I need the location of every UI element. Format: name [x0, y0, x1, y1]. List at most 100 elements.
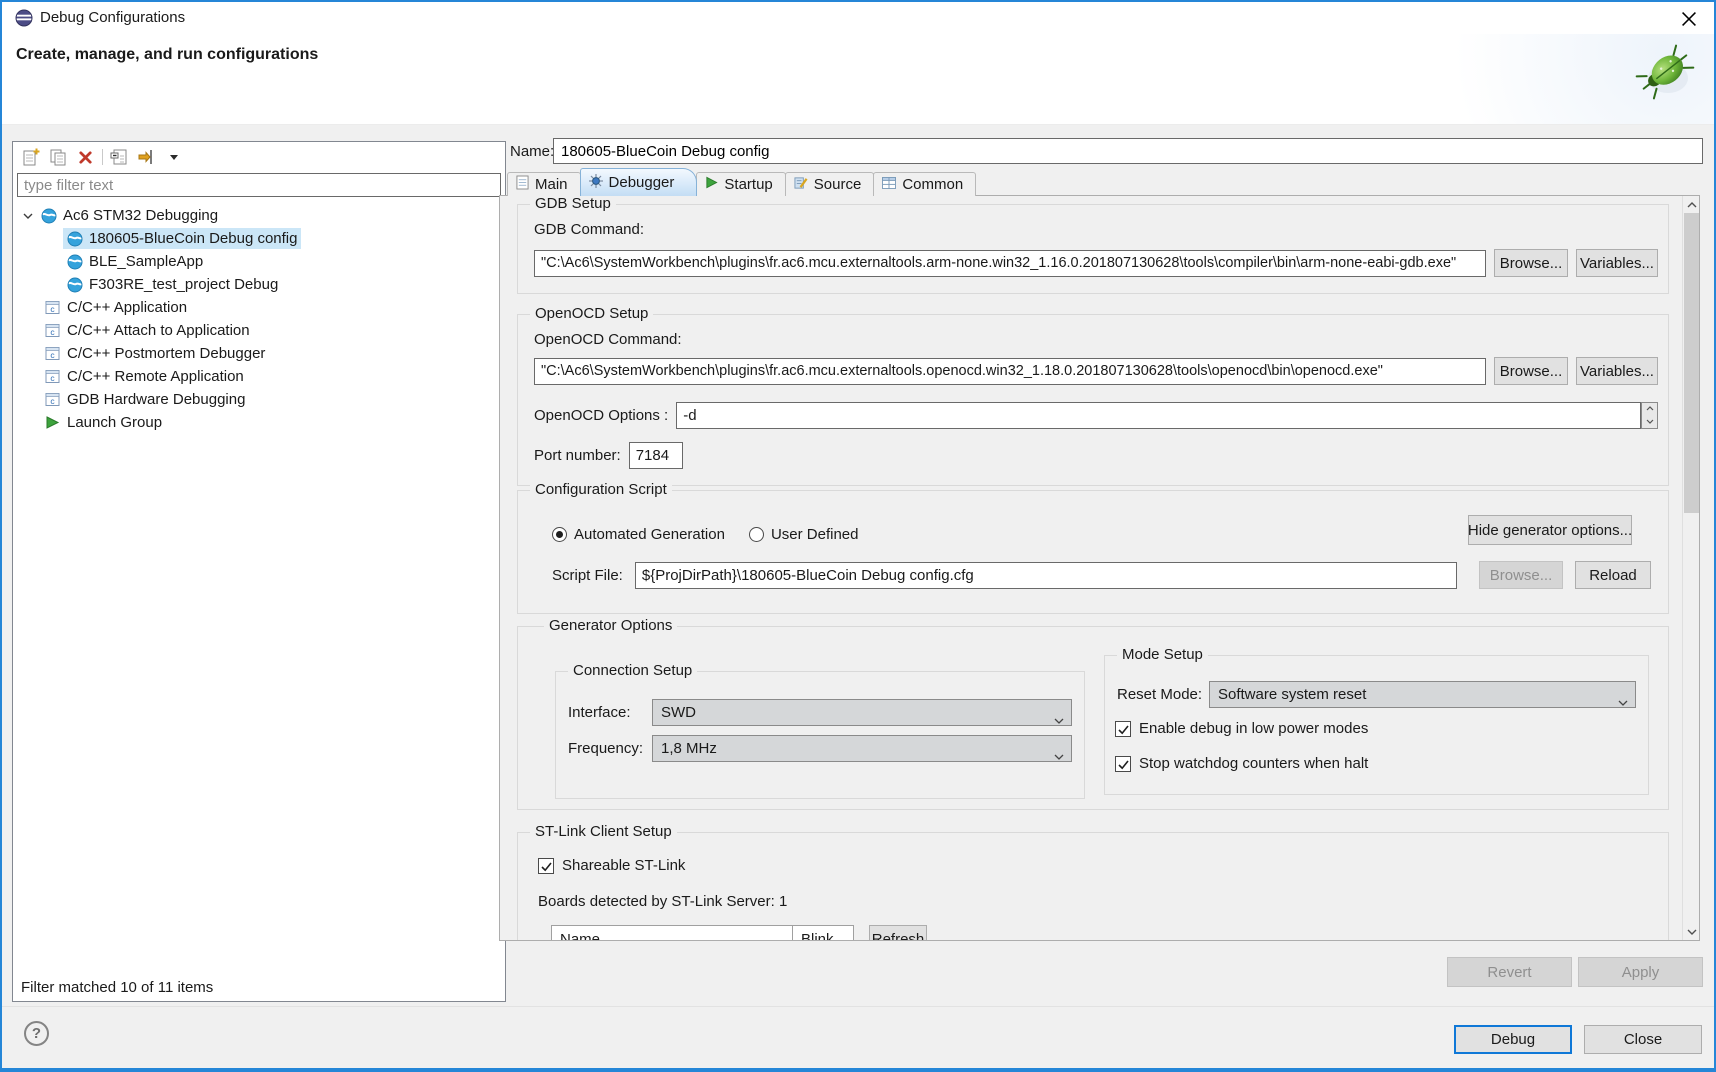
tree-item-ble-sampleapp[interactable]: BLE_SampleApp: [13, 250, 505, 273]
gdb-setup-group: GDB Setup GDB Command: Browse... Variabl…: [517, 204, 1669, 294]
radio-user-defined[interactable]: User Defined: [749, 526, 859, 543]
close-icon[interactable]: [1678, 8, 1700, 30]
connection-setup-group: Connection Setup Interface: SWD Frequenc…: [555, 671, 1085, 799]
openocd-command-input[interactable]: [534, 358, 1486, 385]
tree-item-cpp-application[interactable]: c C/C++ Application: [13, 296, 505, 319]
help-icon[interactable]: ?: [24, 1021, 49, 1046]
close-button[interactable]: Close: [1584, 1025, 1702, 1054]
radio-unselected-icon[interactable]: [749, 527, 764, 542]
openocd-browse-button[interactable]: Browse...: [1494, 357, 1568, 385]
delete-configuration-icon[interactable]: [75, 147, 95, 167]
tree-item-cpp-postmortem[interactable]: c C/C++ Postmortem Debugger: [13, 342, 505, 365]
combo-value: SWD: [661, 704, 696, 721]
boards-detected-label: Boards detected by ST-Link Server: 1: [538, 893, 787, 910]
toolbar-separator: [102, 149, 103, 165]
combo-value: Software system reset: [1218, 686, 1366, 703]
debug-bug-icon: [1634, 42, 1696, 104]
tree-item-label: 180605-BlueCoin Debug config: [89, 230, 297, 247]
tab-debugger[interactable]: Debugger: [580, 168, 698, 196]
options-spinner[interactable]: [1641, 402, 1658, 429]
content-scrollbar[interactable]: [1682, 196, 1699, 940]
debug-button[interactable]: Debug: [1454, 1025, 1572, 1054]
launch-config-globe-icon: [67, 231, 83, 247]
table-header-blink: Blink: [792, 925, 854, 941]
tree-item-bluecoin-config[interactable]: 180605-BlueCoin Debug config: [13, 227, 505, 250]
toolbar-menu-dropdown-icon[interactable]: [164, 147, 184, 167]
source-icon: [794, 176, 808, 194]
dialog-button-bar: ? Debug Close: [2, 1006, 1714, 1068]
config-tabs: Main Debugger Startup Source Common: [507, 168, 975, 196]
stlink-setup-title: ST-Link Client Setup: [530, 823, 677, 840]
gdb-browse-button[interactable]: Browse...: [1494, 249, 1568, 277]
combo-value: 1,8 MHz: [661, 740, 717, 757]
filter-input[interactable]: [17, 173, 501, 197]
openocd-options-label: OpenOCD Options :: [534, 407, 668, 424]
tree-item-launch-group[interactable]: Launch Group: [13, 411, 505, 434]
connection-setup-title: Connection Setup: [568, 662, 697, 679]
low-power-checkbox-row[interactable]: Enable debug in low power modes: [1115, 720, 1368, 737]
duplicate-configuration-icon[interactable]: [48, 147, 68, 167]
gdb-command-label: GDB Command:: [534, 221, 644, 238]
checkbox-checked-icon[interactable]: [538, 858, 554, 874]
reload-button[interactable]: Reload: [1575, 561, 1651, 589]
apply-button: Apply: [1578, 957, 1703, 987]
c-application-icon: c: [45, 392, 61, 408]
configuration-script-group: Configuration Script Automated Generatio…: [517, 490, 1669, 614]
openocd-options-input[interactable]: [676, 402, 1641, 429]
checkbox-checked-icon[interactable]: [1115, 756, 1131, 772]
tab-common[interactable]: Common: [873, 172, 976, 196]
spinner-down-icon[interactable]: [1642, 415, 1657, 428]
radio-automated-generation[interactable]: Automated Generation: [552, 526, 725, 543]
window-title: Debug Configurations: [40, 9, 185, 26]
scroll-down-icon[interactable]: [1683, 923, 1700, 940]
table-header-name: Name: [551, 925, 793, 941]
openocd-command-label: OpenOCD Command:: [534, 331, 682, 348]
c-application-icon: c: [45, 300, 61, 316]
refresh-button[interactable]: Refresh: [869, 925, 927, 941]
tab-label: Main: [535, 176, 568, 193]
tree-item-label: Launch Group: [67, 414, 162, 431]
tree-item-label: C/C++ Application: [67, 299, 187, 316]
new-launch-configuration-icon[interactable]: [21, 147, 41, 167]
collapse-all-icon[interactable]: [110, 147, 130, 167]
frequency-combo[interactable]: 1,8 MHz: [652, 735, 1072, 762]
radio-selected-icon[interactable]: [552, 527, 567, 542]
c-application-icon: c: [45, 346, 61, 362]
script-file-input[interactable]: [635, 562, 1457, 589]
c-application-icon: c: [45, 323, 61, 339]
debug-configurations-dialog: Debug Configurations Create, manage, and…: [0, 0, 1716, 1072]
chevron-expanded-icon[interactable]: [23, 213, 37, 219]
name-input[interactable]: [553, 138, 1703, 164]
tree-item-label: C/C++ Attach to Application: [67, 322, 250, 339]
launch-configurations-panel: Ac6 STM32 Debugging 180605-BlueCoin Debu…: [12, 141, 506, 1002]
tab-source[interactable]: Source: [785, 172, 875, 196]
reset-mode-combo[interactable]: Software system reset: [1209, 681, 1636, 708]
gdb-variables-button[interactable]: Variables...: [1576, 249, 1658, 277]
tab-startup[interactable]: Startup: [696, 172, 785, 196]
tab-main[interactable]: Main: [507, 172, 581, 196]
watchdog-checkbox-row[interactable]: Stop watchdog counters when halt: [1115, 755, 1368, 772]
port-number-input[interactable]: [629, 442, 683, 469]
openocd-setup-title: OpenOCD Setup: [530, 305, 653, 322]
tab-label: Debugger: [609, 174, 675, 191]
hide-generator-options-button[interactable]: Hide generator options...: [1468, 515, 1632, 545]
chevron-down-icon: [1618, 693, 1628, 710]
tree-item-ac6-stm32-debugging[interactable]: Ac6 STM32 Debugging: [13, 204, 505, 227]
filter-configurations-icon[interactable]: [137, 147, 157, 167]
shareable-stlink-checkbox-row[interactable]: Shareable ST-Link: [538, 857, 685, 874]
debugger-icon: [589, 174, 603, 192]
tree-item-gdb-hardware[interactable]: c GDB Hardware Debugging: [13, 388, 505, 411]
scrollbar-thumb[interactable]: [1684, 213, 1699, 513]
tab-label: Startup: [724, 176, 772, 193]
interface-combo[interactable]: SWD: [652, 699, 1072, 726]
spinner-up-icon[interactable]: [1642, 403, 1657, 416]
gdb-command-input[interactable]: [534, 250, 1486, 277]
checkbox-checked-icon[interactable]: [1115, 721, 1131, 737]
configuration-script-title: Configuration Script: [530, 481, 672, 498]
scroll-up-icon[interactable]: [1683, 196, 1700, 213]
openocd-variables-button[interactable]: Variables...: [1576, 357, 1658, 385]
tree-item-cpp-remote[interactable]: c C/C++ Remote Application: [13, 365, 505, 388]
tree-item-cpp-attach[interactable]: c C/C++ Attach to Application: [13, 319, 505, 342]
tree-item-f303re-test-project[interactable]: F303RE_test_project Debug: [13, 273, 505, 296]
interface-label: Interface:: [568, 704, 644, 721]
